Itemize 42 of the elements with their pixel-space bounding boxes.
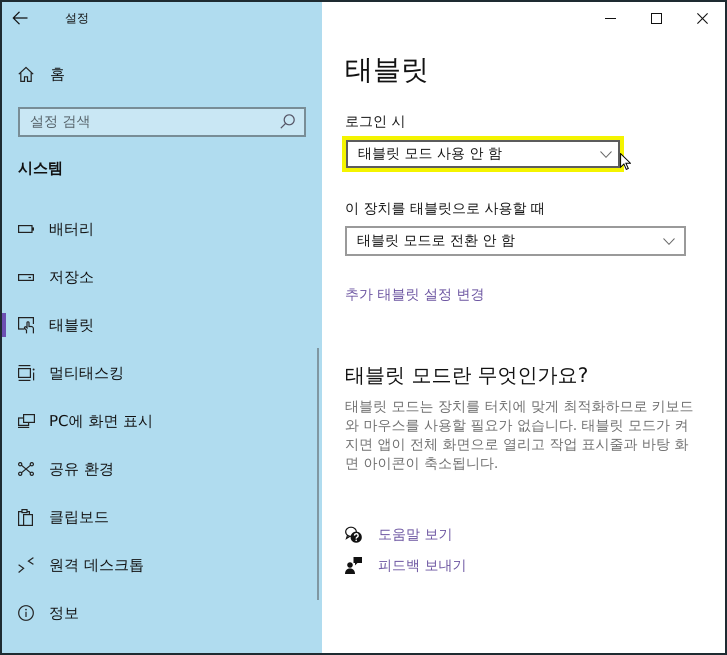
sidebar-item[interactable]: 원격 데스크톱 [2,541,322,589]
chevrons-icon [18,557,34,573]
person-speech-icon [345,557,362,574]
battery-icon [18,225,34,233]
window-layout-icon [18,365,35,381]
settings-link[interactable]: 추가 태블릿 설정 변경 [345,285,484,305]
section-heading: 시스템 [17,158,63,179]
touch-screen-icon [18,316,35,334]
sidebar-item[interactable]: 클립보드 [2,493,322,541]
window-title: 설정 [65,10,89,26]
search-icon [280,114,295,129]
sidebar-item[interactable]: 태블릿 [2,301,322,349]
monitors-icon [18,414,35,428]
sidebar-item[interactable]: PC에 화면 표시 [2,397,322,445]
sidebar-item[interactable]: 정보 [2,589,322,637]
setting-label: 이 장치를 태블릿으로 사용할 때 [345,200,545,219]
sidebar-item[interactable]: 공유 환경 [2,445,322,493]
drive-icon [18,274,34,280]
chevron-down-icon [600,150,612,158]
dropdown[interactable]: 태블릿 모드로 전환 안 함 [345,226,686,256]
clipboard-icon [18,508,33,526]
back-arrow-icon [12,11,28,25]
help-link[interactable]: 피드백 보내기 [345,556,466,574]
setting-label: 로그인 시 [345,113,406,132]
info-icon [18,605,34,621]
sidebar-item[interactable]: 저장소 [2,253,322,301]
chevron-down-icon [663,238,675,244]
search-field[interactable]: 설정 검색 [18,107,306,137]
dropdown[interactable]: 태블릿 모드 사용 안 함 [342,136,624,172]
maximize-icon [650,12,662,24]
sidebar-item[interactable]: 멀티태스킹 [2,349,322,397]
scrollbar-thumb[interactable] [317,348,319,600]
help-link[interactable]: 도움말 보기 [345,526,452,544]
description-text: 태블릿 모드는 장치를 터치에 맞게 최적화하므로 키보드와 마우스를 사용할 필요가 없습니다. 태블릿 모드가 켜지면 앱이 전체 화면으로 열리고 작업 표시줄과 바탕 화면 아이콘이 축소됩니다. [345,398,695,474]
sidebar-item[interactable]: 배터리 [2,205,322,253]
section-heading: 태블릿 모드란 무엇인가요? [345,362,588,389]
home-icon [18,66,34,82]
close-icon [696,12,708,24]
page-title: 태블릿 [345,52,429,88]
connected-nodes-icon [18,462,34,476]
question-bubbles-icon [345,526,362,543]
home-item[interactable]: 홈 [2,54,322,94]
